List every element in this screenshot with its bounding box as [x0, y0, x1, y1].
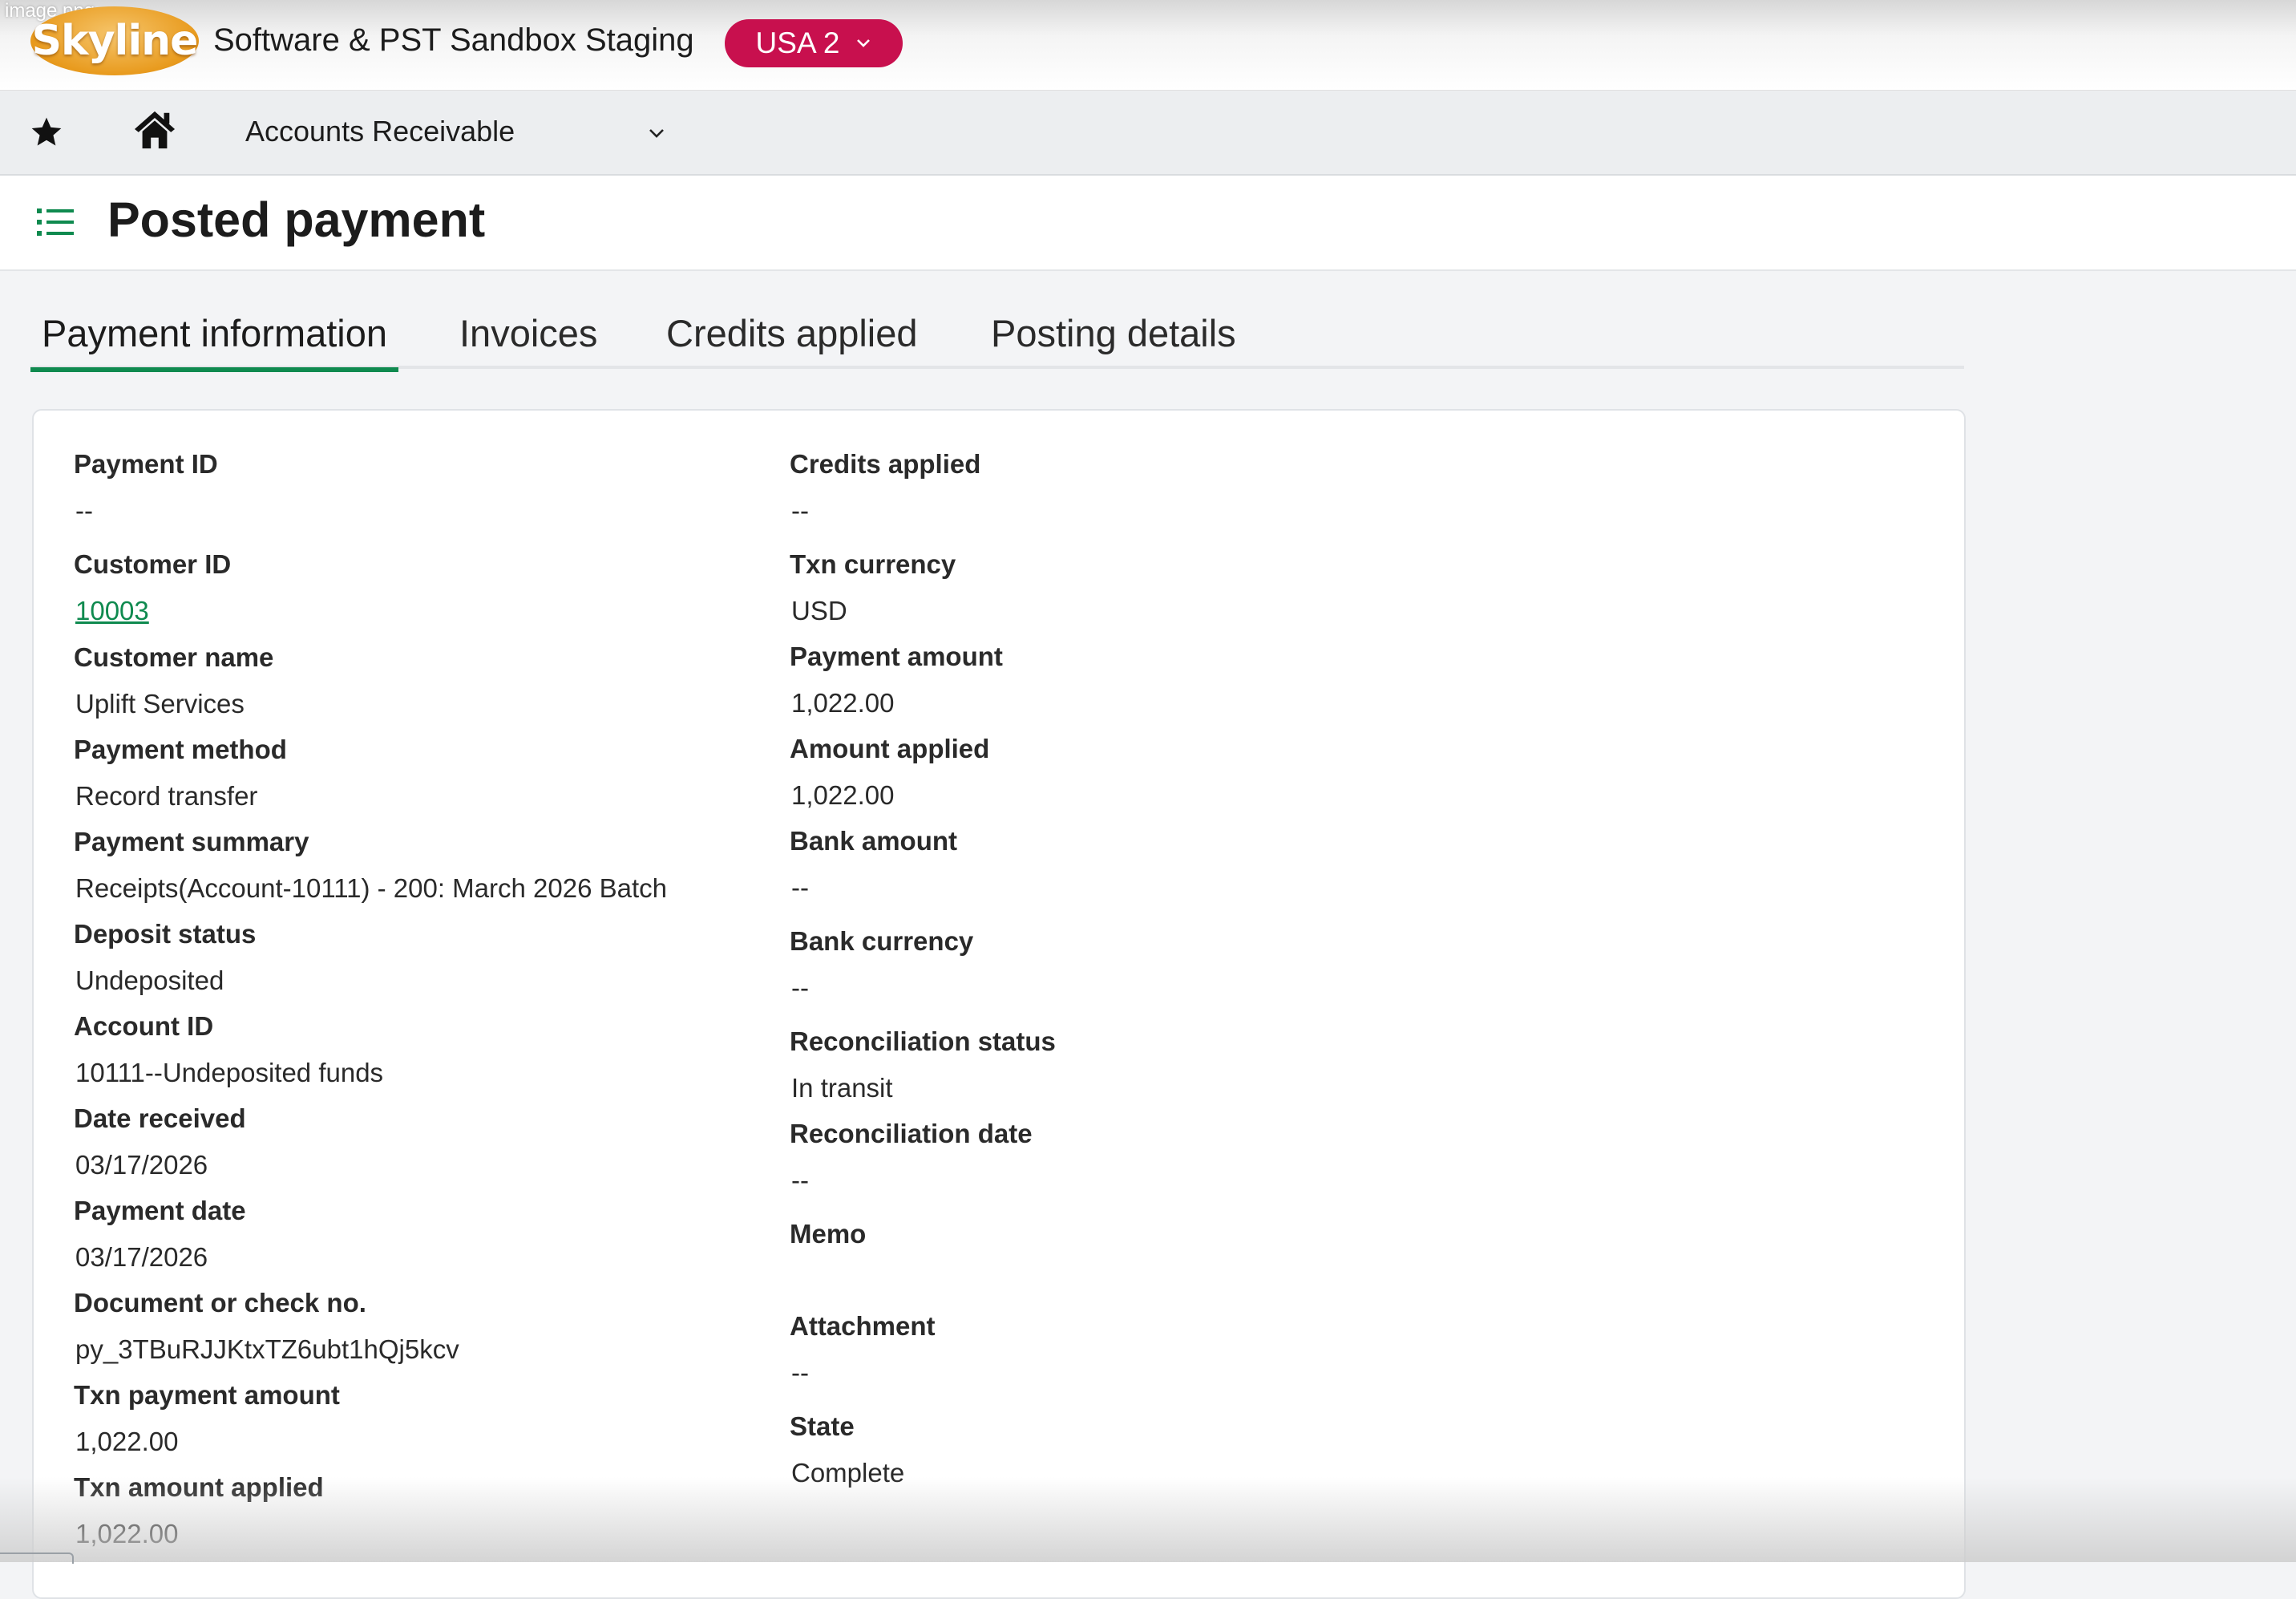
field-label: Customer ID	[74, 549, 232, 579]
field-value: --	[791, 973, 809, 1002]
field-value: 1,022.00	[791, 688, 895, 718]
field-label: Bank currency	[790, 926, 974, 956]
field-label: Document or check no.	[74, 1288, 366, 1318]
field-value: 1,022.00	[75, 1519, 179, 1548]
field-reconciliation-status: Reconciliation status In transit	[790, 1026, 1056, 1103]
field-label: Attachment	[790, 1311, 936, 1341]
field-value: Uplift Services	[75, 689, 245, 719]
field-customer-name: Customer name Uplift Services	[74, 642, 273, 719]
module-dropdown[interactable]: Accounts Receivable	[245, 115, 515, 148]
field-value: 03/17/2026	[75, 1242, 208, 1272]
tab-payment-information[interactable]: Payment information	[30, 311, 399, 372]
field-payment-amount: Payment amount 1,022.00	[790, 642, 1003, 719]
chevron-down-icon	[857, 39, 871, 47]
field-payment-method: Payment method Record transfer	[74, 735, 287, 812]
field-label: Payment summary	[74, 827, 309, 856]
logo-text: Skyline	[31, 17, 199, 65]
field-bank-currency: Bank currency --	[790, 926, 973, 1003]
field-account-id: Account ID 10111--Undeposited funds	[74, 1011, 383, 1088]
payment-information-panel: Payment ID -- Customer ID 10003 Customer…	[32, 409, 1966, 1599]
field-customer-id: Customer ID 10003	[74, 549, 231, 626]
field-value: USD	[791, 596, 847, 625]
field-label: Amount applied	[790, 734, 990, 763]
field-value: Undeposited	[75, 965, 224, 995]
field-memo: Memo	[790, 1219, 866, 1265]
field-value: --	[791, 1165, 809, 1195]
field-value: --	[791, 1358, 809, 1387]
field-label: Memo	[790, 1219, 867, 1249]
star-icon[interactable]	[29, 115, 64, 150]
field-txn-payment-amount: Txn payment amount 1,022.00	[74, 1380, 340, 1457]
field-label: Account ID	[74, 1011, 214, 1041]
field-label: Txn currency	[790, 549, 956, 579]
field-label: Customer name	[74, 642, 274, 672]
field-label: State	[790, 1411, 855, 1441]
field-value: --	[791, 872, 809, 902]
field-label: Deposit status	[74, 919, 257, 949]
field-date-received: Date received 03/17/2026	[74, 1103, 246, 1180]
field-state: State Complete	[790, 1411, 904, 1488]
customer-id-link[interactable]: 10003	[75, 596, 231, 626]
field-reconciliation-date: Reconciliation date --	[790, 1119, 1033, 1196]
field-value: --	[791, 496, 809, 525]
tab-invoices[interactable]: Invoices	[459, 311, 597, 362]
field-txn-currency: Txn currency USD	[790, 549, 956, 626]
field-label: Payment amount	[790, 642, 1003, 671]
tab-credits-applied[interactable]: Credits applied	[666, 311, 918, 362]
field-value: In transit	[791, 1073, 893, 1103]
field-credits-applied: Credits applied --	[790, 449, 980, 526]
module-navbar: Accounts Receivable	[0, 91, 2296, 176]
field-label: Payment method	[74, 735, 287, 764]
chevron-down-icon[interactable]	[648, 128, 665, 139]
page-title-bar: Posted payment	[0, 176, 2296, 271]
list-icon[interactable]	[35, 204, 75, 240]
app-header: image.png Skyline Software & PST Sandbox…	[0, 0, 2296, 91]
field-attachment: Attachment --	[790, 1311, 936, 1388]
field-txn-amount-applied: Txn amount applied 1,022.00	[74, 1472, 324, 1549]
field-value: 10111--Undeposited funds	[75, 1058, 384, 1087]
field-label: Payment ID	[74, 449, 218, 479]
field-value: 1,022.00	[791, 780, 895, 810]
home-icon[interactable]	[131, 108, 178, 150]
field-value: Record transfer	[75, 781, 258, 811]
skyline-logo[interactable]: Skyline	[30, 6, 199, 75]
field-value: 03/17/2026	[75, 1150, 208, 1180]
field-label: Bank amount	[790, 826, 958, 856]
company-name: Software & PST Sandbox Staging	[213, 22, 694, 58]
page-title: Posted payment	[107, 192, 486, 247]
field-value: Complete	[791, 1458, 905, 1488]
field-document-no: Document or check no. py_3TBuRJJKtxTZ6ub…	[74, 1288, 459, 1365]
field-label: Credits applied	[790, 449, 981, 479]
field-label: Txn amount applied	[74, 1472, 324, 1502]
tab-bar: Payment information Invoices Credits app…	[30, 305, 1964, 372]
field-label: Date received	[74, 1103, 246, 1133]
field-bank-amount: Bank amount --	[790, 826, 957, 903]
entity-selector-button[interactable]: USA 2	[725, 19, 903, 67]
field-deposit-status: Deposit status Undeposited	[74, 919, 256, 996]
field-value: --	[75, 496, 93, 525]
entity-label: USA 2	[755, 26, 840, 59]
field-amount-applied: Amount applied 1,022.00	[790, 734, 989, 811]
field-label: Txn payment amount	[74, 1380, 340, 1410]
field-payment-id: Payment ID --	[74, 449, 218, 526]
field-value: Receipts(Account-10111) - 200: March 202…	[75, 873, 668, 903]
field-payment-summary: Payment summary Receipts(Account-10111) …	[74, 827, 667, 904]
field-label: Reconciliation status	[790, 1026, 1056, 1056]
field-label: Payment date	[74, 1196, 246, 1225]
field-value: py_3TBuRJJKtxTZ6ubt1hQj5kcv	[75, 1334, 459, 1364]
tab-posting-details[interactable]: Posting details	[991, 311, 1236, 362]
field-value: 1,022.00	[75, 1427, 179, 1456]
field-payment-date: Payment date 03/17/2026	[74, 1196, 246, 1273]
field-label: Reconciliation date	[790, 1119, 1033, 1148]
